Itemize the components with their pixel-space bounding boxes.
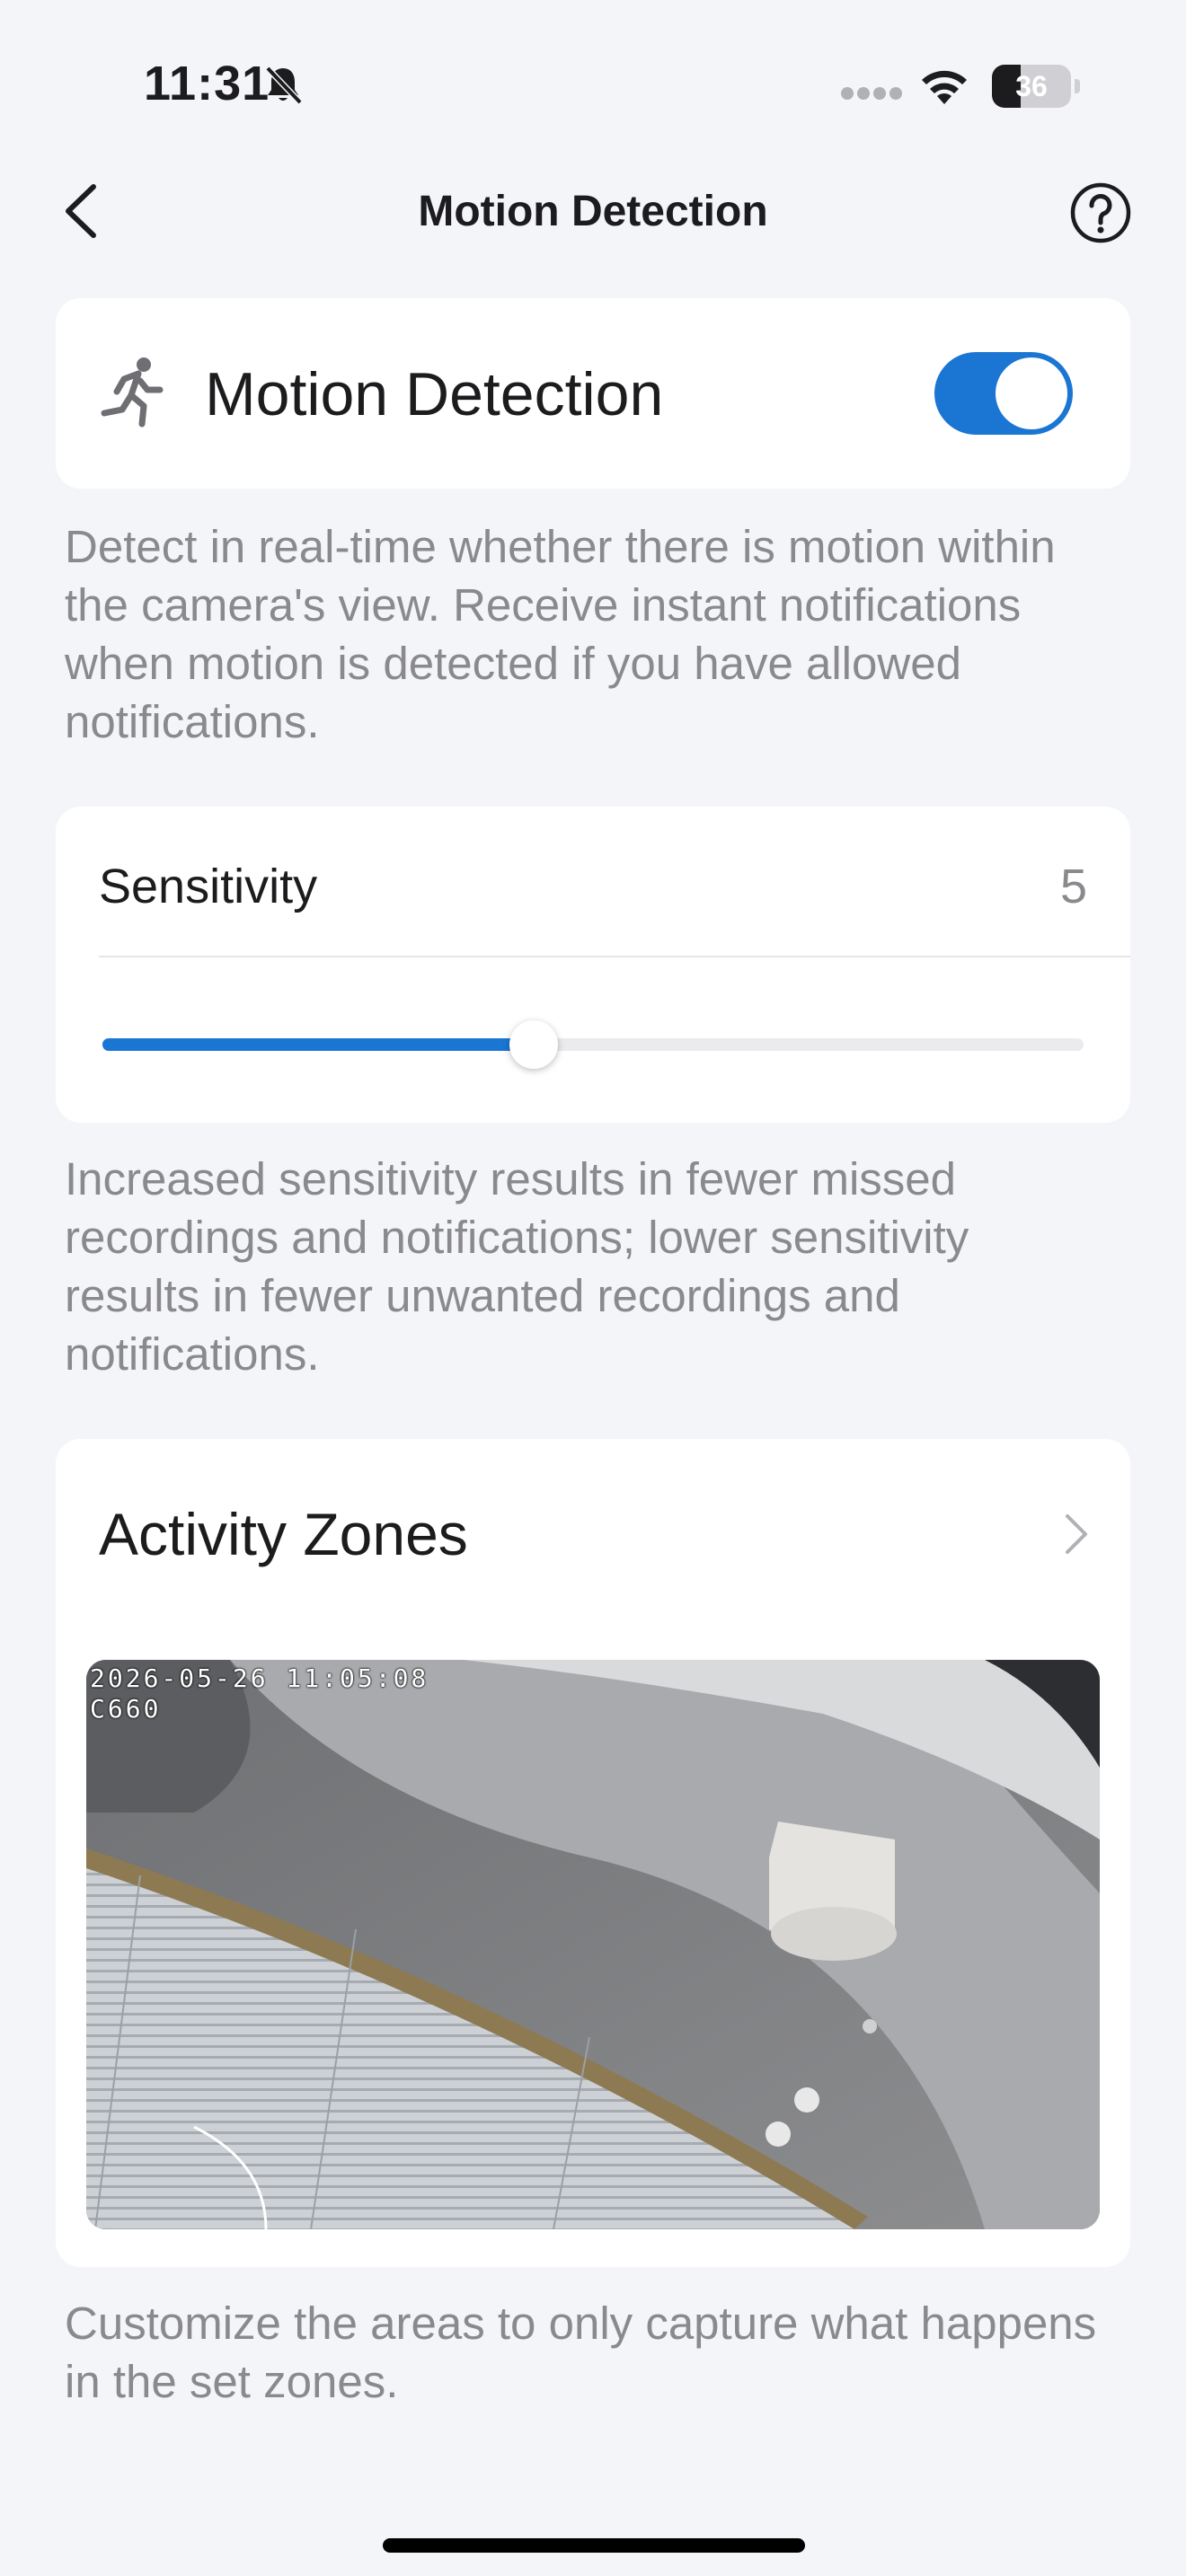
activity-zones-description: Customize the areas to only capture what… <box>65 2298 1097 2407</box>
camera-timestamp-overlay: 2026-05-26 11:05:08 C660 <box>90 1663 429 1725</box>
sensitivity-value: 5 <box>1059 860 1087 913</box>
camera-name: C660 <box>90 1694 162 1724</box>
motion-detection-toggle[interactable] <box>934 352 1073 435</box>
bell-slash-icon <box>265 66 303 105</box>
question-circle-icon[interactable] <box>1069 181 1132 244</box>
home-indicator <box>383 2538 805 2553</box>
battery-level: 36 <box>1015 70 1048 102</box>
activity-zones-card[interactable]: Activity Zones 2026-05-26 11:05:08 C660 <box>56 1439 1130 2267</box>
motion-detection-label: Motion Detection <box>205 360 664 428</box>
activity-zones-label: Activity Zones <box>99 1501 468 1567</box>
page-title: Motion Detection <box>418 188 768 235</box>
camera-timestamp: 2026-05-26 11:05:08 <box>90 1663 429 1693</box>
battery-icon: 36 <box>992 65 1080 108</box>
sensitivity-card: Sensitivity 5 <box>56 807 1130 1123</box>
status-bar: 11:31 36 <box>0 0 1186 162</box>
navigation-bar: Motion Detection <box>0 162 1186 260</box>
sensitivity-slider[interactable] <box>102 1020 1084 1069</box>
motion-detection-description: Detect in real-time whether there is mot… <box>65 521 1056 747</box>
motion-detection-card: Motion Detection <box>56 298 1130 489</box>
camera-preview[interactable]: 2026-05-26 11:05:08 C660 <box>86 1660 1100 2229</box>
cellular-signal-icon <box>841 87 902 100</box>
slider-fill <box>102 1038 535 1051</box>
camera-snapshot <box>86 1660 1100 2229</box>
wifi-icon <box>922 70 967 104</box>
toggle-knob <box>996 357 1067 429</box>
slider-thumb[interactable] <box>509 1020 559 1069</box>
sensitivity-label: Sensitivity <box>99 860 318 913</box>
running-person-icon <box>101 357 164 428</box>
divider <box>99 956 1130 957</box>
sensitivity-description: Increased sensitivity results in fewer m… <box>65 1153 969 1380</box>
status-time: 11:31 <box>144 57 270 110</box>
chevron-right-icon[interactable] <box>1058 1509 1094 1559</box>
